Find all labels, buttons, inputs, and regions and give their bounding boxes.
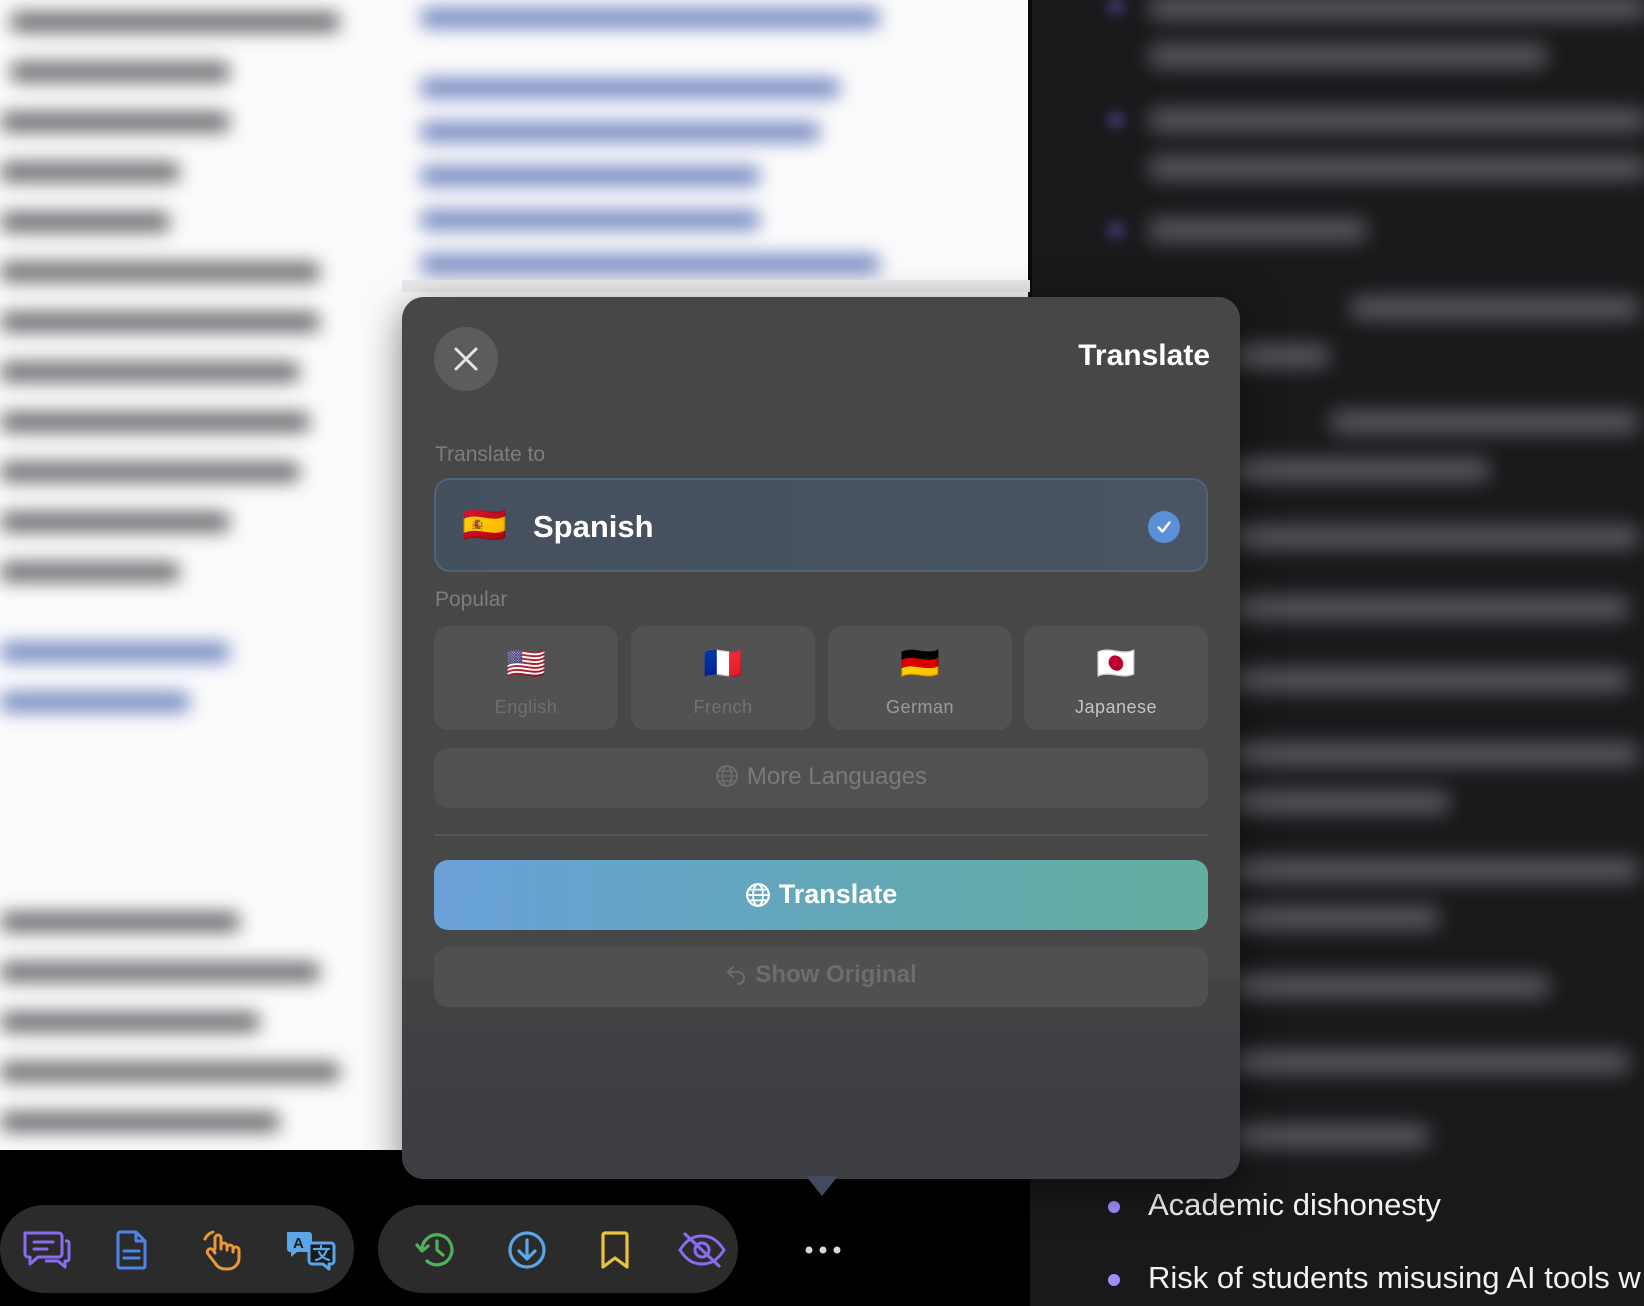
- svg-text:A: A: [293, 1235, 304, 1252]
- document-icon[interactable]: [107, 1229, 157, 1271]
- translate-panel: Translate Translate to 🇪🇸 Spanish Popula…: [402, 297, 1240, 1179]
- divider: [434, 834, 1208, 836]
- germany-flag-icon: 🇩🇪: [900, 645, 940, 681]
- popular-label: Popular: [435, 588, 508, 611]
- more-languages-button[interactable]: More Languages: [434, 748, 1208, 808]
- panel-title: Translate: [1078, 339, 1210, 372]
- language-option-japanese[interactable]: 🇯🇵 Japanese: [1024, 626, 1208, 730]
- show-original-label: Show Original: [755, 961, 917, 988]
- translate-icon[interactable]: A: [283, 1229, 339, 1271]
- spain-flag-icon: 🇪🇸: [462, 504, 507, 545]
- undo-icon: [727, 966, 746, 985]
- more-languages-label: More Languages: [746, 763, 928, 790]
- translate-to-label: Translate to: [435, 443, 546, 466]
- close-button[interactable]: [434, 327, 498, 391]
- language-option-french[interactable]: 🇫🇷 French: [631, 626, 815, 730]
- notes-list: Academic dishonesty Risk of students mis…: [1030, 1180, 1644, 1306]
- popular-languages: 🇺🇸 English 🇫🇷 French 🇩🇪 German 🇯🇵 Japane…: [434, 626, 1208, 730]
- language-label: English: [494, 697, 558, 717]
- popover-pointer: [806, 1176, 838, 1196]
- download-icon[interactable]: [502, 1229, 552, 1271]
- language-label: Japanese: [1074, 697, 1158, 717]
- bullet-icon: [1108, 1201, 1120, 1213]
- more-icon[interactable]: [798, 1232, 848, 1268]
- tap-gesture-icon[interactable]: [197, 1229, 247, 1271]
- globe-icon: [716, 765, 738, 787]
- language-label: German: [885, 697, 955, 717]
- show-original-button[interactable]: Show Original: [434, 947, 1208, 1007]
- history-icon[interactable]: [411, 1229, 461, 1271]
- language-label: French: [693, 697, 753, 717]
- translate-button-label: Translate: [778, 879, 898, 909]
- panel-footer-area: [402, 979, 1240, 1179]
- selected-language-option[interactable]: 🇪🇸 Spanish: [434, 478, 1208, 572]
- bullet-icon: [1108, 1274, 1120, 1286]
- close-icon: [454, 347, 478, 371]
- translate-button[interactable]: Translate: [434, 860, 1208, 930]
- checkmark-icon: [1148, 511, 1180, 543]
- france-flag-icon: 🇫🇷: [703, 645, 743, 681]
- japan-flag-icon: 🇯🇵: [1096, 645, 1136, 681]
- language-option-german[interactable]: 🇩🇪 German: [828, 626, 1012, 730]
- selected-language-name: Spanish: [533, 509, 654, 544]
- language-option-english[interactable]: 🇺🇸 English: [434, 626, 618, 730]
- hide-icon[interactable]: [677, 1229, 727, 1271]
- bookmark-icon[interactable]: [590, 1229, 640, 1271]
- chat-icon[interactable]: [21, 1229, 71, 1271]
- globe-icon: [745, 883, 770, 907]
- list-item: Risk of students misusing AI tools w: [1030, 1260, 1644, 1300]
- us-flag-icon: 🇺🇸: [506, 645, 546, 681]
- page-edge: [402, 280, 1030, 292]
- list-item: Academic dishonesty: [1030, 1187, 1644, 1227]
